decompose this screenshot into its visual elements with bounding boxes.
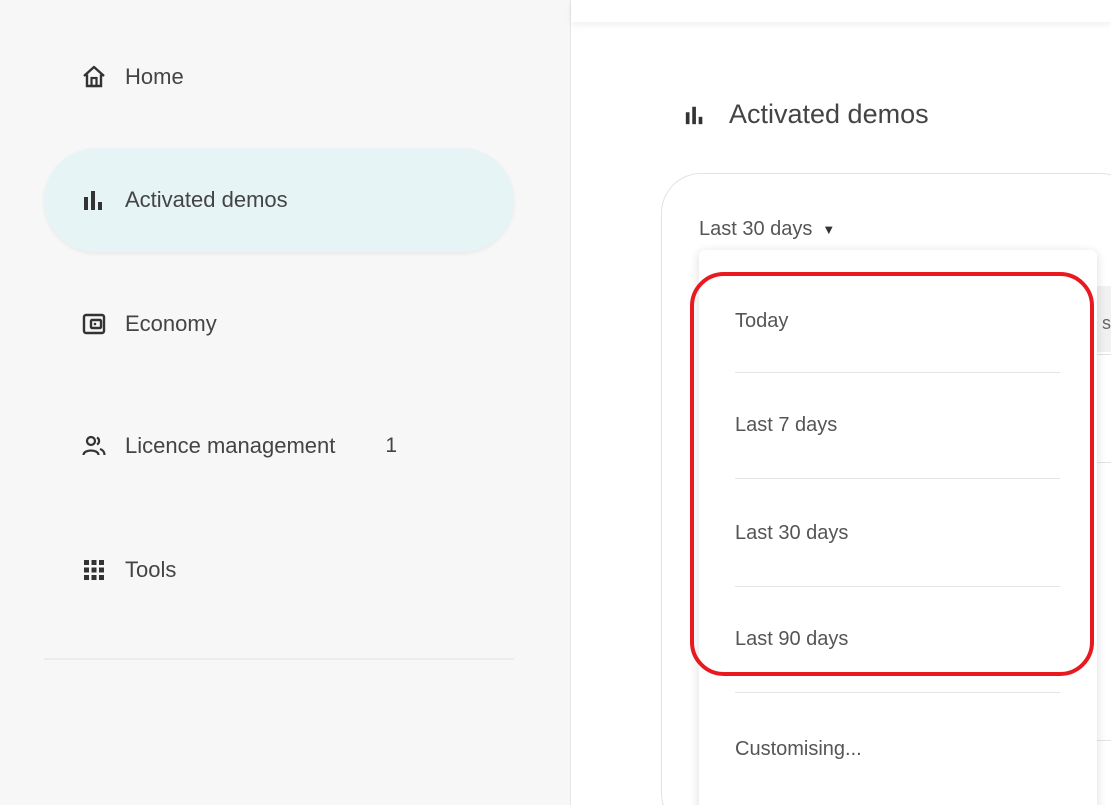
sidebar-item-label: Economy bbox=[125, 311, 217, 336]
dropdown-option-last-90-days[interactable]: Last 90 days bbox=[735, 628, 848, 651]
sidebar-item-home[interactable]: Home bbox=[44, 25, 514, 129]
grid-icon bbox=[82, 558, 106, 582]
sidebar-item-label: Home bbox=[125, 64, 184, 89]
dropdown-separator bbox=[735, 372, 1060, 373]
top-bar bbox=[571, 0, 1111, 22]
date-range-select[interactable]: Last 30 days ▼ bbox=[699, 218, 835, 241]
sidebar-divider bbox=[44, 658, 514, 660]
dropdown-separator bbox=[735, 586, 1060, 587]
date-range-value: Last 30 days bbox=[699, 218, 813, 240]
home-icon bbox=[82, 65, 106, 89]
sidebar-item-licence-management[interactable]: Licence management 1 bbox=[44, 394, 514, 498]
page-title: Activated demos bbox=[683, 99, 929, 130]
bar-chart-icon bbox=[82, 188, 106, 212]
page-title-text: Activated demos bbox=[729, 99, 929, 129]
dropdown-option-customising[interactable]: Customising... bbox=[735, 738, 862, 761]
dropdown-option-last-7-days[interactable]: Last 7 days bbox=[735, 414, 837, 437]
dropdown-separator bbox=[735, 692, 1060, 693]
date-range-dropdown: Today Last 7 days Last 30 days Last 90 d… bbox=[699, 250, 1097, 805]
dropdown-separator bbox=[735, 478, 1060, 479]
dropdown-option-today[interactable]: Today bbox=[735, 310, 788, 333]
sidebar-item-label: Activated demos bbox=[125, 187, 288, 212]
bar-chart-icon bbox=[683, 103, 707, 127]
dropdown-option-last-30-days[interactable]: Last 30 days bbox=[735, 522, 848, 545]
notification-count: 1 bbox=[385, 434, 398, 457]
caret-down-icon: ▼ bbox=[822, 222, 836, 237]
people-icon bbox=[82, 434, 106, 458]
sidebar-item-label: Licence management bbox=[125, 433, 336, 458]
sidebar: Home Activated demos Economy Licence man… bbox=[0, 0, 571, 805]
sidebar-item-economy[interactable]: Economy bbox=[44, 272, 514, 376]
wallet-icon bbox=[82, 312, 106, 336]
table-header-partial: s bbox=[1102, 313, 1111, 333]
sidebar-item-activated-demos[interactable]: Activated demos bbox=[44, 148, 514, 252]
sidebar-item-label: Tools bbox=[125, 557, 177, 582]
app-root: Home Activated demos Economy Licence man… bbox=[0, 0, 1111, 805]
sidebar-item-tools[interactable]: Tools bbox=[44, 518, 514, 622]
